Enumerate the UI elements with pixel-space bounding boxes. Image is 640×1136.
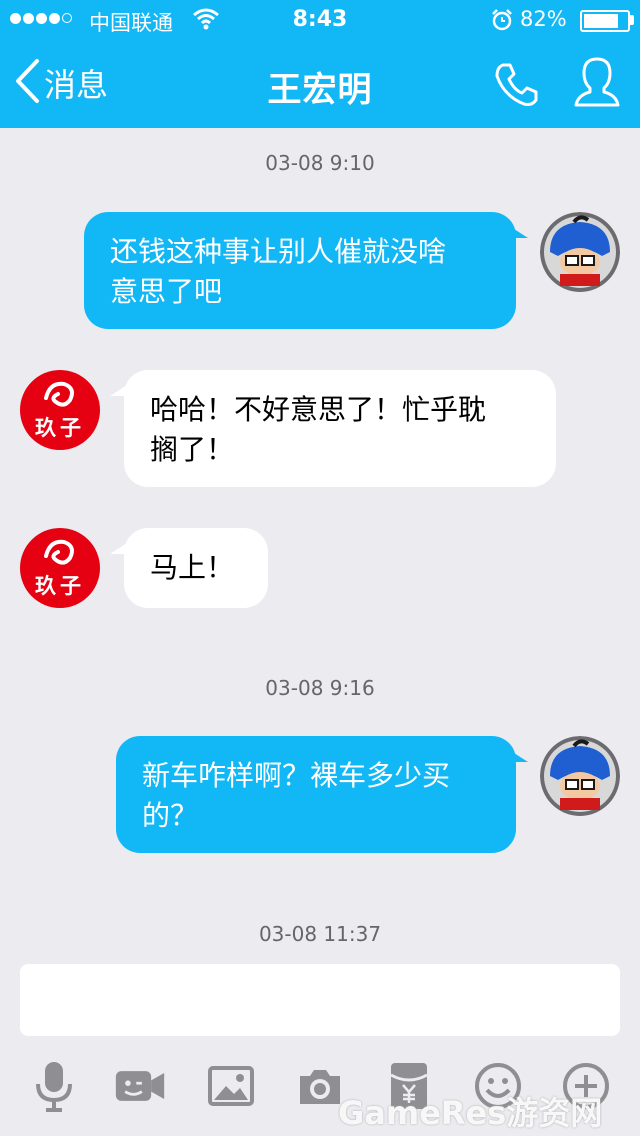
message-line: 新车咋样啊？裸车多少买 bbox=[142, 759, 451, 792]
alarm-icon bbox=[490, 8, 514, 37]
battery-tip bbox=[630, 15, 634, 25]
message-line: 意思了吧 bbox=[110, 275, 223, 308]
top-bar: 中国联通 8:43 82% 消息 王宏明 bbox=[0, 0, 640, 128]
status-bar: 中国联通 8:43 82% bbox=[0, 0, 640, 40]
chevron-left-icon bbox=[14, 58, 40, 108]
avatar-logo-text: 玖子 bbox=[35, 415, 85, 440]
message-line: 还钱这种事让别人催就没啥 bbox=[110, 235, 447, 268]
watermark: GameRes游资网 bbox=[338, 1094, 603, 1132]
outgoing-message-bubble[interactable]: 新车咋样啊？裸车多少买 的？ bbox=[116, 736, 516, 853]
microphone-icon[interactable] bbox=[28, 1060, 80, 1112]
image-icon[interactable] bbox=[205, 1060, 257, 1112]
message-line: 的？ bbox=[142, 799, 199, 832]
outgoing-message-bubble[interactable]: 还钱这种事让别人催就没啥 意思了吧 bbox=[84, 212, 516, 329]
profile-icon[interactable] bbox=[572, 55, 622, 115]
cartoon-avatar-icon bbox=[540, 212, 620, 292]
avatar-logo-text: 玖子 bbox=[35, 573, 85, 598]
back-button[interactable]: 消息 bbox=[14, 58, 108, 108]
cartoon-avatar-icon bbox=[540, 736, 620, 816]
phone-call-icon[interactable] bbox=[492, 60, 540, 112]
incoming-message-bubble[interactable]: 马上！ bbox=[124, 528, 268, 608]
bubble-tail bbox=[500, 744, 528, 762]
my-avatar[interactable] bbox=[540, 736, 620, 816]
message-timestamp: 03-08 9:10 bbox=[265, 151, 375, 175]
incoming-message-bubble[interactable]: 哈哈！不好意思了！忙乎耽 搁了！ bbox=[124, 370, 556, 487]
battery-percent: 82% bbox=[520, 7, 567, 31]
message-input[interactable] bbox=[20, 964, 620, 1036]
contact-avatar[interactable]: 玖子 bbox=[20, 528, 100, 608]
bubble-tail bbox=[500, 220, 528, 238]
message-timestamp: 03-08 9:16 bbox=[265, 676, 375, 700]
contact-avatar[interactable]: 玖子 bbox=[20, 370, 100, 450]
video-icon[interactable] bbox=[114, 1060, 166, 1112]
back-label: 消息 bbox=[44, 66, 109, 104]
chat-title: 王宏明 bbox=[267, 70, 373, 110]
battery-icon bbox=[580, 10, 630, 32]
message-timestamp: 03-08 11:37 bbox=[258, 922, 382, 946]
my-avatar[interactable] bbox=[540, 212, 620, 292]
message-line: 哈哈！不好意思了！忙乎耽 bbox=[150, 393, 487, 426]
message-line: 搁了！ bbox=[150, 433, 235, 466]
message-line: 马上！ bbox=[150, 551, 235, 584]
